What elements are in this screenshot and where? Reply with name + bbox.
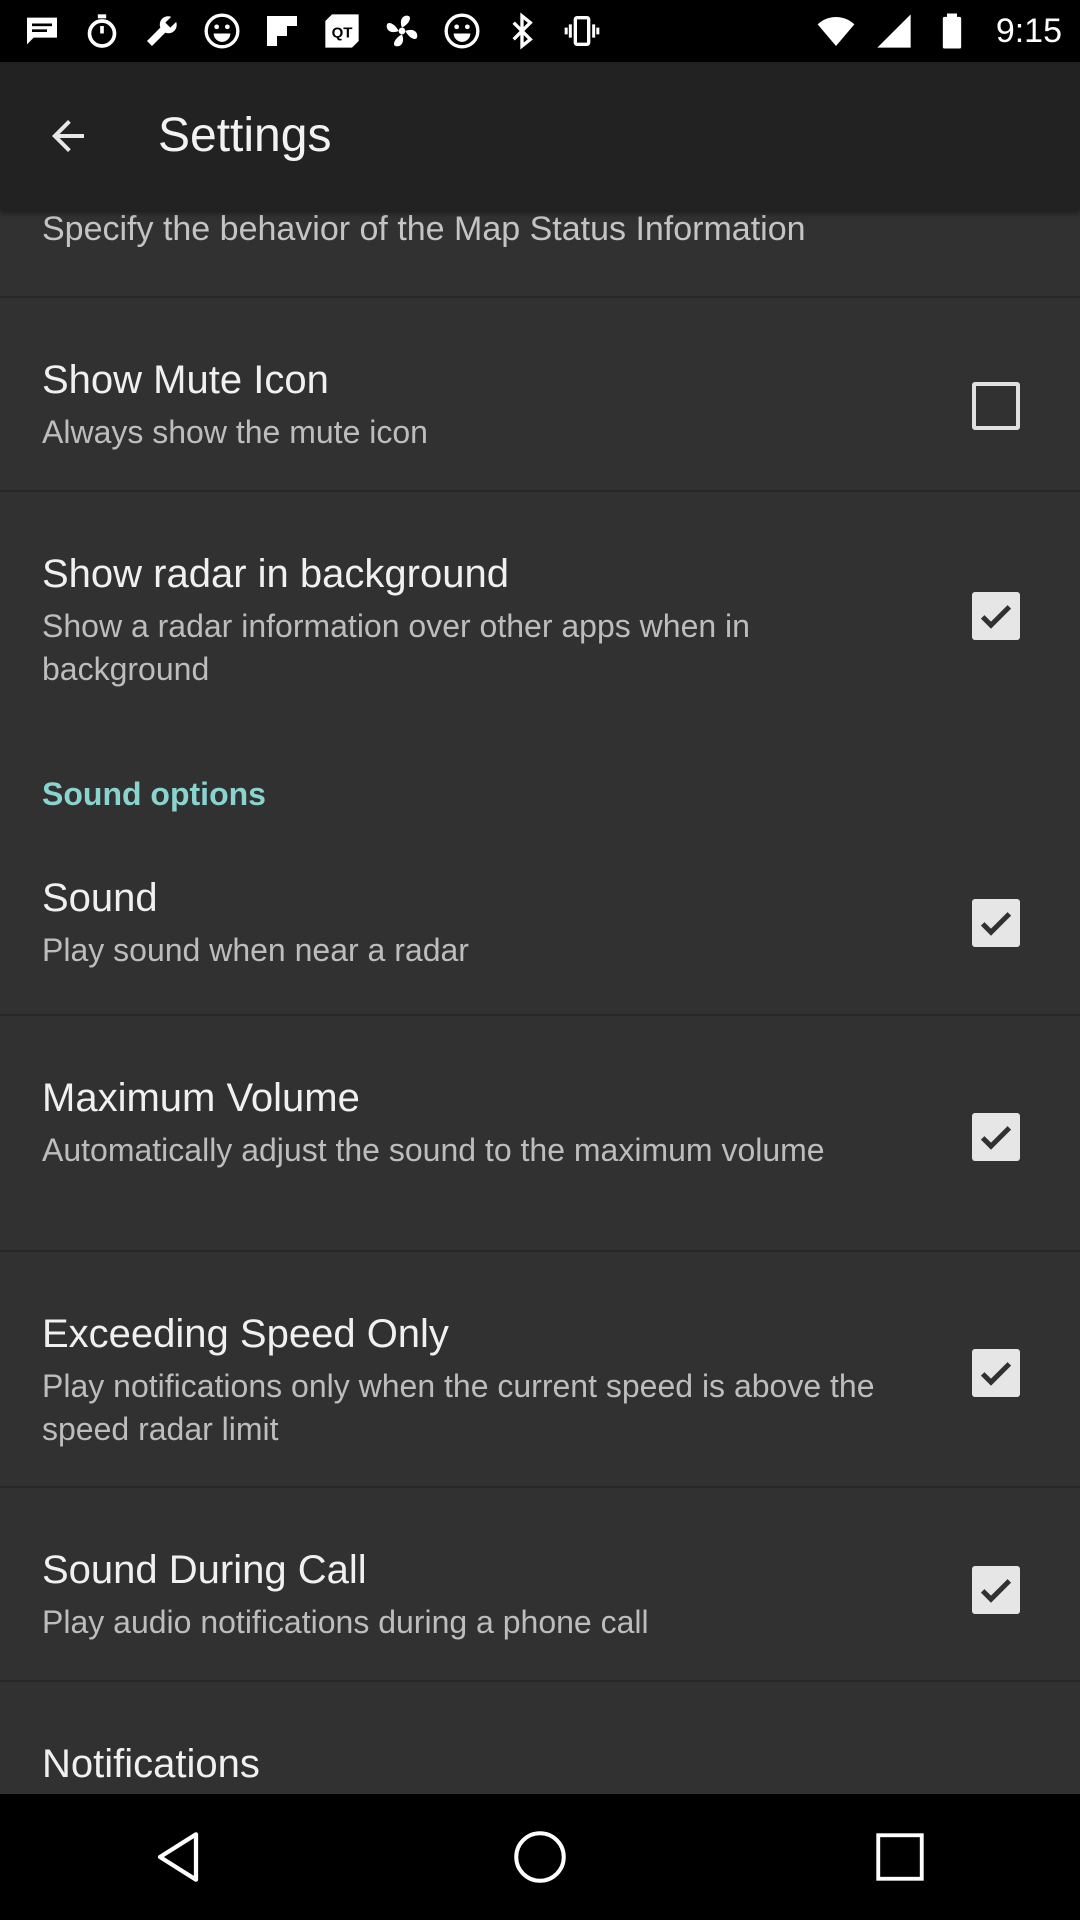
map-status-preference[interactable]: Specify the behavior of the Map Status I…: [0, 210, 1080, 296]
recents-square-icon: [876, 1833, 924, 1881]
home-circle-icon: [514, 1831, 566, 1883]
battery-icon: [932, 11, 972, 51]
exceeding-speed-only-checkbox[interactable]: [972, 1349, 1020, 1397]
settings-list[interactable]: Specify the behavior of the Map Status I…: [0, 210, 1080, 1794]
checkmark-icon: [980, 1126, 1012, 1150]
checkmark-icon: [980, 1362, 1012, 1386]
signal-icon: [874, 11, 914, 51]
sound-during-call-checkbox[interactable]: [972, 1566, 1020, 1614]
status-bar: QT 9:15: [0, 0, 1080, 62]
pref-show-mute-icon[interactable]: Show Mute Icon Always show the mute icon: [0, 298, 1080, 490]
qt-icon: QT: [322, 11, 362, 51]
nav-back-button[interactable]: [125, 1802, 235, 1912]
wifi-icon: [816, 11, 856, 51]
fan-icon: [382, 11, 422, 51]
notification-icons: QT: [22, 11, 602, 51]
pref-title: Maximum Volume: [42, 1076, 360, 1120]
nav-recents-button[interactable]: [845, 1802, 955, 1912]
message-icon: [22, 11, 62, 51]
pref-summary: Show a radar information over other apps…: [42, 608, 750, 687]
map-status-summary: Specify the behavior of the Map Status I…: [42, 210, 806, 248]
show-mute-icon-checkbox[interactable]: [972, 382, 1020, 430]
navigation-bar: [0, 1794, 1080, 1920]
arrow-back-icon: [52, 120, 84, 152]
pref-summary: Play audio notifications during a phone …: [42, 1604, 649, 1640]
smiley-icon: [442, 11, 482, 51]
page-title: Settings: [158, 109, 332, 162]
checkmark-icon: [980, 605, 1012, 629]
flipboard-icon: [262, 11, 302, 51]
back-button[interactable]: [34, 102, 102, 170]
pref-title: Notifications: [42, 1742, 260, 1786]
pref-notifications[interactable]: Notifications: [0, 1682, 1080, 1794]
system-status: 9:15: [816, 11, 1062, 51]
pref-title: Show Mute Icon: [42, 358, 329, 402]
checkmark-icon: [980, 1579, 1012, 1603]
wrench-icon: [142, 11, 182, 51]
checkmark-icon: [980, 912, 1012, 936]
smiley-icon: [202, 11, 242, 51]
pref-title: Sound During Call: [42, 1548, 367, 1592]
status-time: 9:15: [995, 11, 1062, 50]
nav-home-button[interactable]: [485, 1802, 595, 1912]
pref-title: Sound: [42, 876, 158, 920]
pref-title: Exceeding Speed Only: [42, 1312, 449, 1356]
category-sound-options: Sound options: [42, 776, 266, 812]
back-triangle-icon: [157, 1832, 199, 1882]
app-bar: Settings: [0, 62, 1080, 210]
pref-summary: Automatically adjust the sound to the ma…: [42, 1132, 825, 1168]
show-radar-background-checkbox[interactable]: [972, 592, 1020, 640]
pref-title: Show radar in background: [42, 552, 509, 596]
sound-checkbox[interactable]: [972, 899, 1020, 947]
bluetooth-icon: [502, 11, 542, 51]
stopwatch-icon: [82, 11, 122, 51]
pref-sound-during-call[interactable]: Sound During Call Play audio notificatio…: [0, 1488, 1080, 1680]
maximum-volume-checkbox[interactable]: [972, 1113, 1020, 1161]
pref-summary: Always show the mute icon: [42, 414, 428, 450]
vibrate-icon: [562, 11, 602, 51]
svg-text:QT: QT: [332, 25, 353, 42]
pref-summary: Play notifications only when the current…: [42, 1368, 875, 1447]
pref-summary: Play sound when near a radar: [42, 932, 469, 968]
